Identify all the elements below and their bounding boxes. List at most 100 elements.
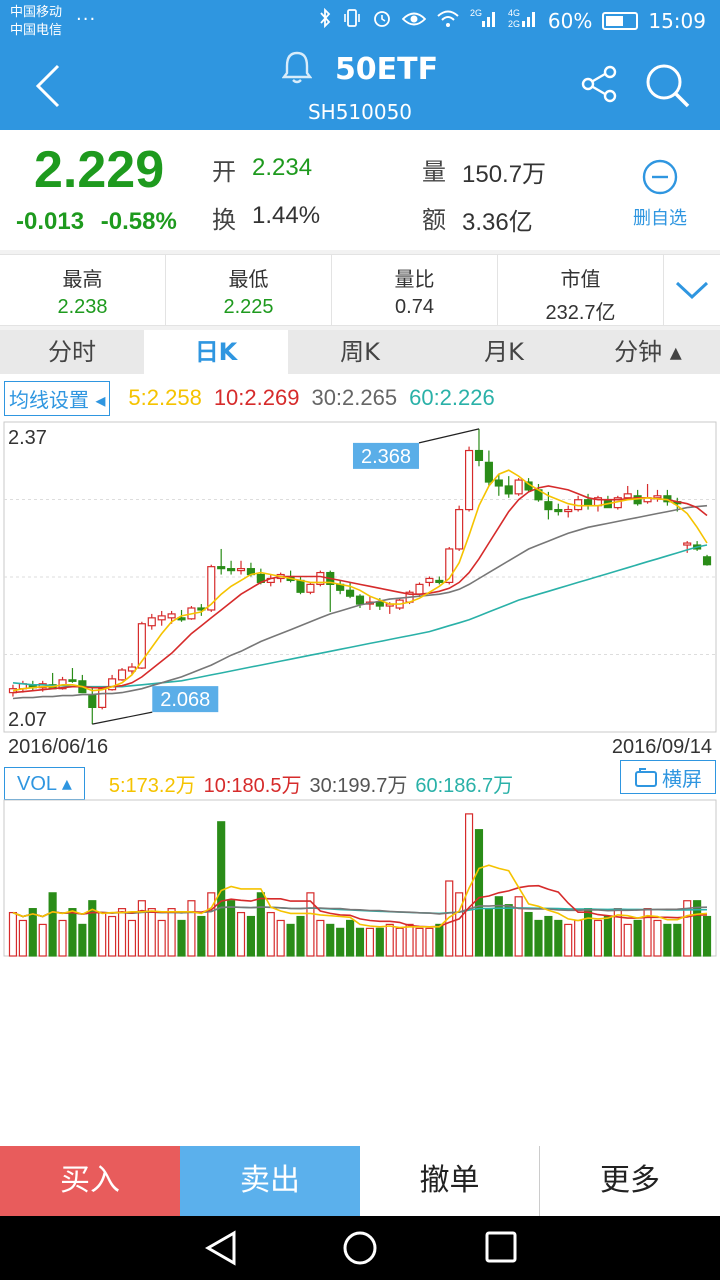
share-icon bbox=[581, 65, 617, 103]
volume-bar bbox=[286, 923, 295, 957]
candle-body bbox=[217, 566, 226, 570]
nav-back-button[interactable] bbox=[204, 1230, 238, 1270]
candlestick-chart[interactable]: 2.37 2.07 2.368 2.068 bbox=[0, 416, 720, 746]
net-label-2: 4G bbox=[508, 8, 520, 18]
ma-settings-button[interactable]: 均线设置 ◂ bbox=[4, 380, 111, 416]
volume-chart[interactable] bbox=[0, 798, 720, 958]
chart-area: 均线设置 ◂ 5:2.258 10:2.269 30:2.265 60:2.22… bbox=[0, 374, 720, 1146]
candle-body bbox=[98, 688, 107, 708]
candle-body bbox=[465, 449, 474, 511]
candle-body bbox=[88, 694, 97, 708]
vibrate-icon bbox=[342, 8, 362, 33]
volume-bar bbox=[593, 919, 603, 957]
ma10-legend: 10:2.269 bbox=[213, 385, 300, 410]
volume-bar bbox=[78, 923, 87, 957]
carrier-2: 中国电信 bbox=[10, 23, 63, 38]
volume-bar bbox=[167, 908, 176, 957]
volume-bar bbox=[68, 908, 77, 957]
tab-monthly-k[interactable]: 月K bbox=[432, 330, 576, 374]
stat-label: 最高 bbox=[62, 267, 103, 291]
search-button[interactable] bbox=[644, 62, 692, 114]
last-price: 2.229 bbox=[34, 141, 165, 199]
y-axis-top-label: 2.37 bbox=[8, 427, 47, 449]
stat-value: 2.238 bbox=[57, 296, 108, 318]
circle-home-icon bbox=[343, 1231, 377, 1265]
cancel-order-label: 撤单 bbox=[419, 1163, 480, 1198]
remove-watchlist-button[interactable]: 删自选 bbox=[626, 158, 694, 230]
candle-body bbox=[375, 601, 384, 607]
volume-bar bbox=[702, 915, 712, 957]
system-nav-bar bbox=[0, 1216, 720, 1280]
cancel-order-button[interactable]: 撤单 bbox=[360, 1146, 540, 1216]
candle-body bbox=[68, 679, 77, 682]
vol-indicator-button[interactable]: VOL ▴ bbox=[4, 766, 85, 800]
landscape-button[interactable]: 横屏 bbox=[620, 760, 716, 794]
stat-value: 232.7亿 bbox=[545, 302, 616, 324]
nav-recents-button[interactable] bbox=[484, 1230, 518, 1268]
volume-bar bbox=[514, 896, 523, 957]
volume-bar bbox=[306, 892, 315, 957]
candle-body bbox=[514, 479, 523, 495]
volume-bar bbox=[177, 919, 186, 957]
y-axis-bottom-label: 2.07 bbox=[8, 709, 47, 731]
battery-fill bbox=[606, 15, 624, 26]
candle-body bbox=[474, 449, 484, 461]
change-percent: -0.58% bbox=[100, 208, 177, 235]
vol-legend: VOL ▴ 5:173.2万 10:180.5万 30:199.7万 60:18… bbox=[4, 766, 513, 800]
tab-daily-k[interactable]: 日K bbox=[144, 330, 288, 374]
buy-button[interactable]: 买入 bbox=[0, 1146, 180, 1216]
vol5-legend: 5:173.2万 bbox=[108, 774, 196, 797]
volume-bar bbox=[296, 915, 305, 957]
candle-body bbox=[415, 583, 424, 595]
volume-bar bbox=[484, 908, 493, 957]
volume-bar bbox=[385, 923, 394, 957]
change-value: -0.013 bbox=[16, 208, 85, 235]
volume-bar bbox=[564, 923, 573, 957]
candle-body bbox=[236, 568, 246, 572]
vol30-legend: 30:199.7万 bbox=[309, 774, 408, 797]
tab-weekly-k[interactable]: 周K bbox=[288, 330, 432, 374]
candle-body bbox=[346, 589, 355, 597]
stat-market-cap: 市值 232.7亿 bbox=[498, 255, 664, 325]
candle-body bbox=[157, 615, 166, 621]
amount-label: 额 bbox=[422, 206, 446, 234]
carrier-1: 中国移动 bbox=[10, 5, 63, 20]
quote-panel: 2.229 -0.013 -0.58% 开 2.234 换 1.44% 量 15… bbox=[0, 130, 720, 250]
alarm-icon bbox=[372, 8, 392, 33]
volume-bar bbox=[336, 927, 345, 957]
signal-2g-icon: 2G bbox=[470, 7, 498, 34]
open-value: 2.234 bbox=[252, 154, 313, 181]
candle-body bbox=[653, 495, 662, 499]
candle-body bbox=[227, 568, 236, 572]
more-button[interactable]: 更多 bbox=[540, 1146, 720, 1216]
expand-stats-button[interactable] bbox=[664, 255, 720, 325]
bluetooth-icon bbox=[318, 7, 332, 33]
chart-period-tabs: 分时 日K 周K 月K 分钟 ▴ bbox=[0, 330, 720, 374]
nav-home-button[interactable] bbox=[342, 1230, 378, 1270]
volume-bar bbox=[266, 911, 275, 957]
ma30-legend: 30:2.265 bbox=[311, 385, 398, 410]
volume-bar bbox=[127, 919, 137, 957]
volume-bar bbox=[28, 908, 37, 957]
volume-bar bbox=[256, 892, 265, 957]
candle-body bbox=[564, 508, 573, 513]
volume-bar bbox=[663, 923, 672, 957]
share-button[interactable] bbox=[580, 64, 620, 108]
volume-bar bbox=[435, 923, 444, 957]
volume-bar bbox=[246, 915, 255, 957]
candle-body bbox=[702, 556, 712, 566]
top-bar: 中国移动 中国电信 ... 2G 4G 2G 60% 15:09 50ETF S… bbox=[0, 0, 720, 130]
tab-minute[interactable]: 分钟 ▴ bbox=[576, 330, 720, 374]
landscape-label: 横屏 bbox=[662, 766, 702, 791]
sell-button[interactable]: 卖出 bbox=[180, 1146, 360, 1216]
candle-body bbox=[167, 613, 176, 619]
volume-bar bbox=[58, 919, 67, 957]
bell-icon[interactable] bbox=[281, 50, 313, 88]
volume-bar bbox=[653, 919, 662, 957]
net-label-1: 2G bbox=[470, 8, 482, 18]
volume-bar bbox=[48, 892, 57, 957]
tab-intraday[interactable]: 分时 bbox=[0, 330, 144, 374]
candle-body bbox=[504, 485, 513, 495]
volume-bar bbox=[117, 908, 127, 957]
candle-body bbox=[554, 508, 563, 513]
